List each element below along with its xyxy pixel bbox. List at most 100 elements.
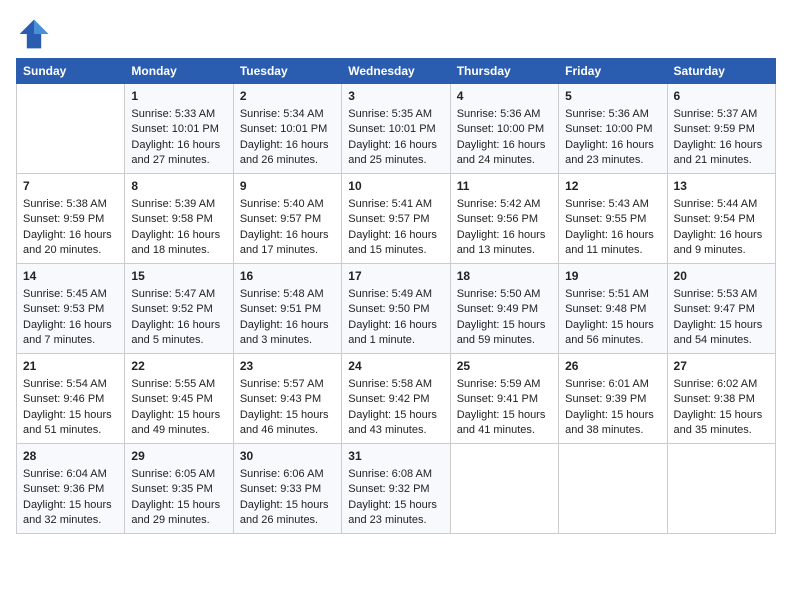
- day-info-line: Sunset: 9:38 PM: [674, 392, 769, 407]
- day-number: 12: [565, 178, 660, 195]
- calendar-cell: 7 Sunrise: 5:38 AMSunset: 9:59 PMDaylight…: [17, 174, 125, 264]
- day-info-line: Sunset: 10:01 PM: [131, 122, 226, 137]
- day-number: 5: [565, 88, 660, 105]
- weekday-header-tuesday: Tuesday: [233, 59, 341, 84]
- day-number: 26: [565, 358, 660, 375]
- day-info-line: Sunrise: 5:35 AM: [348, 107, 443, 122]
- day-number: 10: [348, 178, 443, 195]
- day-info-line: Sunset: 9:58 PM: [131, 212, 226, 227]
- day-info-line: Daylight: 15 hours: [457, 318, 552, 333]
- day-info-line: and 41 minutes.: [457, 423, 552, 438]
- day-info-line: Daylight: 15 hours: [131, 408, 226, 423]
- day-info-line: Daylight: 16 hours: [674, 228, 769, 243]
- calendar-cell: 8Sunrise: 5:39 AMSunset: 9:58 PMDaylight…: [125, 174, 233, 264]
- day-info-line: Daylight: 15 hours: [565, 318, 660, 333]
- day-info-line: and 23 minutes.: [565, 153, 660, 168]
- day-info-line: Sunrise: 6:02 AM: [674, 377, 769, 392]
- day-info-line: Daylight: 15 hours: [131, 498, 226, 513]
- day-number: 4: [457, 88, 552, 105]
- day-info-line: and 24 minutes.: [457, 153, 552, 168]
- day-info-line: Sunrise: 6:06 AM: [240, 467, 335, 482]
- day-info-line: Sunset: 9:59 PM: [23, 212, 118, 227]
- weekday-header-monday: Monday: [125, 59, 233, 84]
- calendar-cell: 3Sunrise: 5:35 AMSunset: 10:01 PMDayligh…: [342, 84, 450, 174]
- logo: [16, 16, 56, 52]
- day-number: 2: [240, 88, 335, 105]
- day-info-line: Sunset: 9:36 PM: [23, 482, 118, 497]
- day-info-line: Daylight: 16 hours: [240, 138, 335, 153]
- day-info-line: Daylight: 15 hours: [674, 318, 769, 333]
- calendar-table: SundayMondayTuesdayWednesdayThursdayFrid…: [16, 58, 776, 534]
- day-number: 24: [348, 358, 443, 375]
- day-number: 27: [674, 358, 769, 375]
- day-info-line: Daylight: 16 hours: [348, 228, 443, 243]
- day-number: 29: [131, 448, 226, 465]
- day-info-line: and 5 minutes.: [131, 333, 226, 348]
- day-info-line: Sunset: 9:35 PM: [131, 482, 226, 497]
- day-info-line: Sunrise: 5:51 AM: [565, 287, 660, 302]
- calendar-cell: [667, 444, 775, 534]
- day-info-line: Sunrise: 5:59 AM: [457, 377, 552, 392]
- day-number: 16: [240, 268, 335, 285]
- day-info-line: Sunset: 9:32 PM: [348, 482, 443, 497]
- day-info-line: Sunrise: 5:41 AM: [348, 197, 443, 212]
- day-number: 17: [348, 268, 443, 285]
- calendar-cell: 19Sunrise: 5:51 AMSunset: 9:48 PMDayligh…: [559, 264, 667, 354]
- weekday-header-sunday: Sunday: [17, 59, 125, 84]
- calendar-cell: [450, 444, 558, 534]
- day-info-line: Sunrise: 5:55 AM: [131, 377, 226, 392]
- calendar-cell: 30Sunrise: 6:06 AMSunset: 9:33 PMDayligh…: [233, 444, 341, 534]
- day-info-line: Sunrise: 5:57 AM: [240, 377, 335, 392]
- day-info-line: and 27 minutes.: [131, 153, 226, 168]
- day-info-line: Sunset: 9:51 PM: [240, 302, 335, 317]
- day-info-line: Sunrise: 5:54 AM: [23, 377, 118, 392]
- day-number: 19: [565, 268, 660, 285]
- day-number: 25: [457, 358, 552, 375]
- day-info-line: and 26 minutes.: [240, 153, 335, 168]
- day-number: 21: [23, 358, 118, 375]
- day-info-line: and 11 minutes.: [565, 243, 660, 258]
- day-info-line: Sunrise: 5:38 AM: [23, 197, 118, 212]
- day-number: 6: [674, 88, 769, 105]
- day-info-line: Sunset: 9:41 PM: [457, 392, 552, 407]
- day-info-line: and 32 minutes.: [23, 513, 118, 528]
- day-info-line: Sunset: 9:43 PM: [240, 392, 335, 407]
- day-info-line: Sunset: 9:45 PM: [131, 392, 226, 407]
- day-number: 31: [348, 448, 443, 465]
- calendar-cell: 24Sunrise: 5:58 AMSunset: 9:42 PMDayligh…: [342, 354, 450, 444]
- day-info-line: Daylight: 15 hours: [240, 498, 335, 513]
- calendar-cell: 11Sunrise: 5:42 AMSunset: 9:56 PMDayligh…: [450, 174, 558, 264]
- calendar-cell: 5Sunrise: 5:36 AMSunset: 10:00 PMDayligh…: [559, 84, 667, 174]
- day-info-line: Sunrise: 5:36 AM: [457, 107, 552, 122]
- day-info-line: and 13 minutes.: [457, 243, 552, 258]
- day-info-line: Daylight: 16 hours: [131, 138, 226, 153]
- day-info-line: and 26 minutes.: [240, 513, 335, 528]
- calendar-cell: 12Sunrise: 5:43 AMSunset: 9:55 PMDayligh…: [559, 174, 667, 264]
- day-info-line: and 38 minutes.: [565, 423, 660, 438]
- day-info-line: and 56 minutes.: [565, 333, 660, 348]
- day-info-line: Daylight: 16 hours: [457, 138, 552, 153]
- calendar-cell: 20Sunrise: 5:53 AMSunset: 9:47 PMDayligh…: [667, 264, 775, 354]
- calendar-cell: 4Sunrise: 5:36 AMSunset: 10:00 PMDayligh…: [450, 84, 558, 174]
- day-info-line: Sunset: 10:01 PM: [348, 122, 443, 137]
- day-info-line: Daylight: 16 hours: [23, 228, 118, 243]
- day-info-line: and 46 minutes.: [240, 423, 335, 438]
- day-info-line: Sunset: 9:59 PM: [674, 122, 769, 137]
- calendar-cell: 31Sunrise: 6:08 AMSunset: 9:32 PMDayligh…: [342, 444, 450, 534]
- day-info-line: Daylight: 16 hours: [240, 318, 335, 333]
- day-number: 7: [23, 178, 118, 195]
- day-info-line: and 54 minutes.: [674, 333, 769, 348]
- day-info-line: Daylight: 15 hours: [457, 408, 552, 423]
- day-info-line: Sunrise: 5:42 AM: [457, 197, 552, 212]
- calendar-cell: 22Sunrise: 5:55 AMSunset: 9:45 PMDayligh…: [125, 354, 233, 444]
- calendar-cell: 27Sunrise: 6:02 AMSunset: 9:38 PMDayligh…: [667, 354, 775, 444]
- day-info-line: Sunset: 9:54 PM: [674, 212, 769, 227]
- day-number: 28: [23, 448, 118, 465]
- day-info-line: Sunset: 9:49 PM: [457, 302, 552, 317]
- day-info-line: Sunrise: 5:43 AM: [565, 197, 660, 212]
- day-number: 23: [240, 358, 335, 375]
- calendar-cell: 29Sunrise: 6:05 AMSunset: 9:35 PMDayligh…: [125, 444, 233, 534]
- day-number: 13: [674, 178, 769, 195]
- calendar-cell: [17, 84, 125, 174]
- day-info-line: Sunrise: 5:39 AM: [131, 197, 226, 212]
